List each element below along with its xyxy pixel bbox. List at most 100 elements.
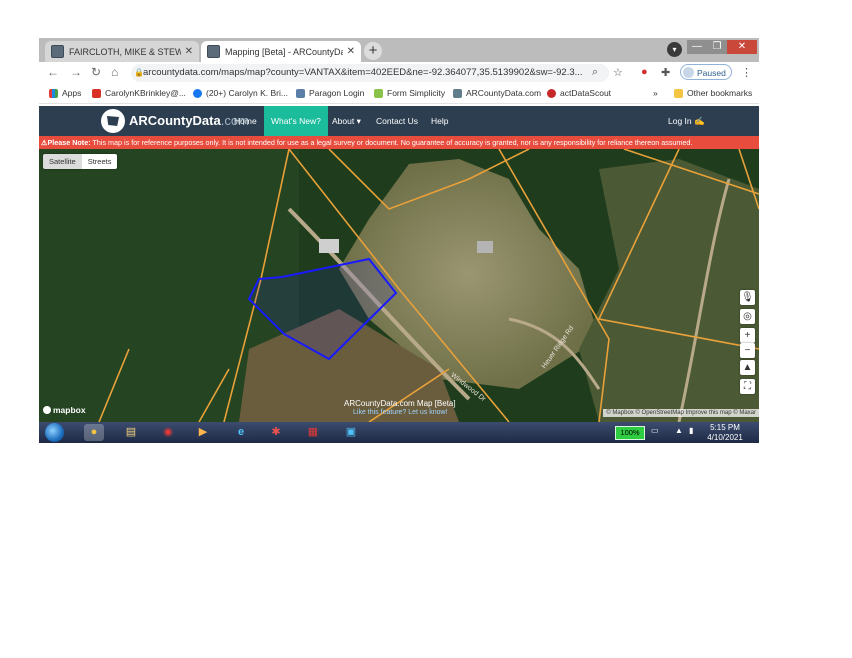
url-text: arcountydata.com/maps/map?county=VANTAX&… [143, 67, 583, 78]
lock-icon: 🔒 [134, 68, 144, 77]
taskbar-media-player[interactable]: ▶ [193, 424, 213, 441]
zoom-out-button[interactable]: − [740, 343, 755, 358]
folder-icon [674, 88, 683, 98]
nav-contact-us[interactable]: Contact Us [369, 106, 425, 136]
locate-icon[interactable]: ◎ [740, 309, 755, 324]
taskbar-app-cart[interactable]: ▦ [303, 424, 323, 441]
browser-toolbar: ← → ↻ ⌂ 🔒 arcountydata.com/maps/map?coun… [39, 62, 759, 84]
bookmark-star-icon[interactable]: ☆ [613, 66, 623, 79]
taskbar-app-briefcase[interactable]: ▣ [341, 424, 361, 441]
paragon-icon [296, 88, 305, 98]
map-title: ARCountyData.com Map [Beta] [344, 399, 456, 408]
zoom-in-button[interactable]: + [740, 328, 755, 343]
facebook-icon [193, 88, 202, 98]
microphone-icon[interactable]: 🎙 [740, 290, 755, 305]
clock-date: 4/10/2021 [707, 433, 743, 442]
logo-accent: Data [192, 113, 221, 128]
map-view[interactable]: Satellite Streets Windwood Dr Heuer Ridg… [39, 149, 759, 422]
taskbar-chrome[interactable]: ● [84, 424, 104, 441]
nav-help[interactable]: Help [424, 106, 455, 136]
battery-indicator[interactable]: 100% [615, 426, 645, 440]
profile-status: Paused [697, 68, 726, 78]
bookmark-arcountydata[interactable]: ARCountyData.com [453, 88, 541, 98]
minimize-button[interactable]: — [687, 40, 707, 54]
browser-tab-faircloth[interactable]: FAIRCLOTH, MIKE & STEWART, S ✕ [45, 41, 199, 62]
browser-tab-strip: FAIRCLOTH, MIKE & STEWART, S ✕ Mapping [… [39, 38, 759, 62]
arcounty-icon [453, 88, 462, 98]
bookmark-label: actDataScout [560, 88, 612, 98]
screenshot-frame: FAIRCLOTH, MIKE & STEWART, S ✕ Mapping [… [39, 38, 759, 443]
satellite-toggle[interactable]: Satellite [43, 154, 82, 169]
notice-label: ⚠Please Note: [41, 138, 91, 147]
bookmark-form-simplicity[interactable]: Form Simplicity [374, 88, 445, 98]
bookmark-gmail[interactable]: CarolynKBrinkley@... [92, 88, 186, 98]
feedback-link[interactable]: Like this feature? Let us know! [353, 409, 448, 416]
fullscreen-icon[interactable]: ⛶ [740, 379, 755, 394]
taskbar-file-explorer[interactable]: ▤ [121, 424, 141, 441]
nav-whats-new[interactable]: What's New? [264, 106, 328, 136]
home-icon[interactable]: ⌂ [111, 65, 118, 79]
bookmark-label: ARCountyData.com [466, 88, 542, 98]
barn-roof [477, 241, 493, 253]
tab-favicon-icon [51, 45, 64, 58]
bookmark-apps[interactable]: Apps [49, 88, 81, 98]
notice-text: This map is for reference purposes only.… [90, 138, 693, 147]
datascout-icon [547, 88, 556, 98]
basemap-toggle: Satellite Streets [43, 154, 118, 169]
reload-icon[interactable]: ↻ [91, 65, 101, 79]
search-icon[interactable]: ⌕ [592, 66, 598, 79]
new-tab-button[interactable]: + [364, 42, 382, 60]
address-bar[interactable]: 🔒 arcountydata.com/maps/map?county=VANTA… [131, 64, 609, 82]
taskbar-app-burst[interactable]: ✱ [266, 424, 286, 441]
tab-search-icon[interactable]: ▾ [667, 42, 682, 57]
bookmarks-bar: Apps CarolynKBrinkley@... (20+) Carolyn … [39, 84, 759, 104]
login-link[interactable]: Log In ✍ [661, 106, 712, 136]
close-window-button[interactable]: ✕ [727, 40, 757, 54]
map-attribution[interactable]: © Mapbox © OpenStreetMap Improve this ma… [603, 409, 759, 417]
clock-time: 5:15 PM [710, 423, 740, 432]
other-bookmarks-folder[interactable]: Other bookmarks [674, 88, 752, 98]
bookmark-label: Form Simplicity [387, 88, 446, 98]
bookmark-paragon[interactable]: Paragon Login [296, 88, 364, 98]
bookmark-label: (20+) Carolyn K. Bri... [206, 88, 288, 98]
bookmark-facebook[interactable]: (20+) Carolyn K. Bri... [193, 88, 288, 98]
taskbar-app-red[interactable]: ◉ [158, 424, 178, 441]
mapbox-label: mapbox [53, 405, 86, 415]
bookmark-label: Paragon Login [309, 88, 365, 98]
nav-about[interactable]: About ▾ [325, 106, 368, 136]
satellite-map[interactable] [39, 149, 759, 422]
maximize-button[interactable]: ❐ [707, 40, 727, 54]
taskbar-internet-explorer[interactable]: e [231, 424, 251, 441]
avatar [683, 67, 694, 78]
network-signal-icon[interactable]: ▮ [689, 426, 693, 435]
extensions-puzzle-icon[interactable]: ✚ [661, 66, 670, 79]
mapbox-logo[interactable]: mapbox [43, 405, 86, 415]
tab-favicon-icon [207, 45, 220, 58]
bookmark-label: Apps [62, 88, 82, 98]
back-arrow-icon[interactable]: ← [47, 65, 59, 79]
mapbox-icon [43, 406, 51, 414]
arkansas-logo-icon[interactable] [101, 109, 125, 133]
system-clock[interactable]: 5:15 PM 4/10/2021 [703, 423, 747, 443]
streets-toggle[interactable]: Streets [81, 154, 118, 169]
kebab-menu-icon[interactable]: ⋮ [741, 66, 752, 79]
tray-up-arrow-icon[interactable]: ▲ [675, 426, 683, 435]
tab-title: Mapping [Beta] - ARCountyData [225, 46, 343, 57]
bookmark-actdatascout[interactable]: actDataScout [547, 88, 611, 98]
forward-arrow-icon[interactable]: → [70, 65, 82, 79]
tray-window-icon[interactable]: ▭ [651, 426, 659, 435]
site-navbar: ARCountyData.com Home What's New? About … [39, 106, 759, 136]
house-roof [319, 239, 339, 253]
start-button[interactable] [45, 423, 64, 442]
profile-paused-button[interactable]: Paused [680, 64, 732, 80]
tab-close-icon[interactable]: ✕ [347, 46, 355, 57]
tab-title: FAIRCLOTH, MIKE & STEWART, S [69, 46, 181, 57]
more-bookmarks-button[interactable]: » [653, 88, 658, 98]
browser-tab-mapping[interactable]: Mapping [Beta] - ARCountyData ✕ [201, 41, 361, 62]
nav-home[interactable]: Home [227, 106, 264, 136]
opera-extension-icon[interactable]: ● [641, 66, 648, 78]
tab-close-icon[interactable]: ✕ [185, 46, 193, 57]
compass-icon[interactable]: ▲ [740, 360, 755, 375]
gmail-icon [92, 88, 101, 98]
bookmark-label: CarolynKBrinkley@... [105, 88, 186, 98]
